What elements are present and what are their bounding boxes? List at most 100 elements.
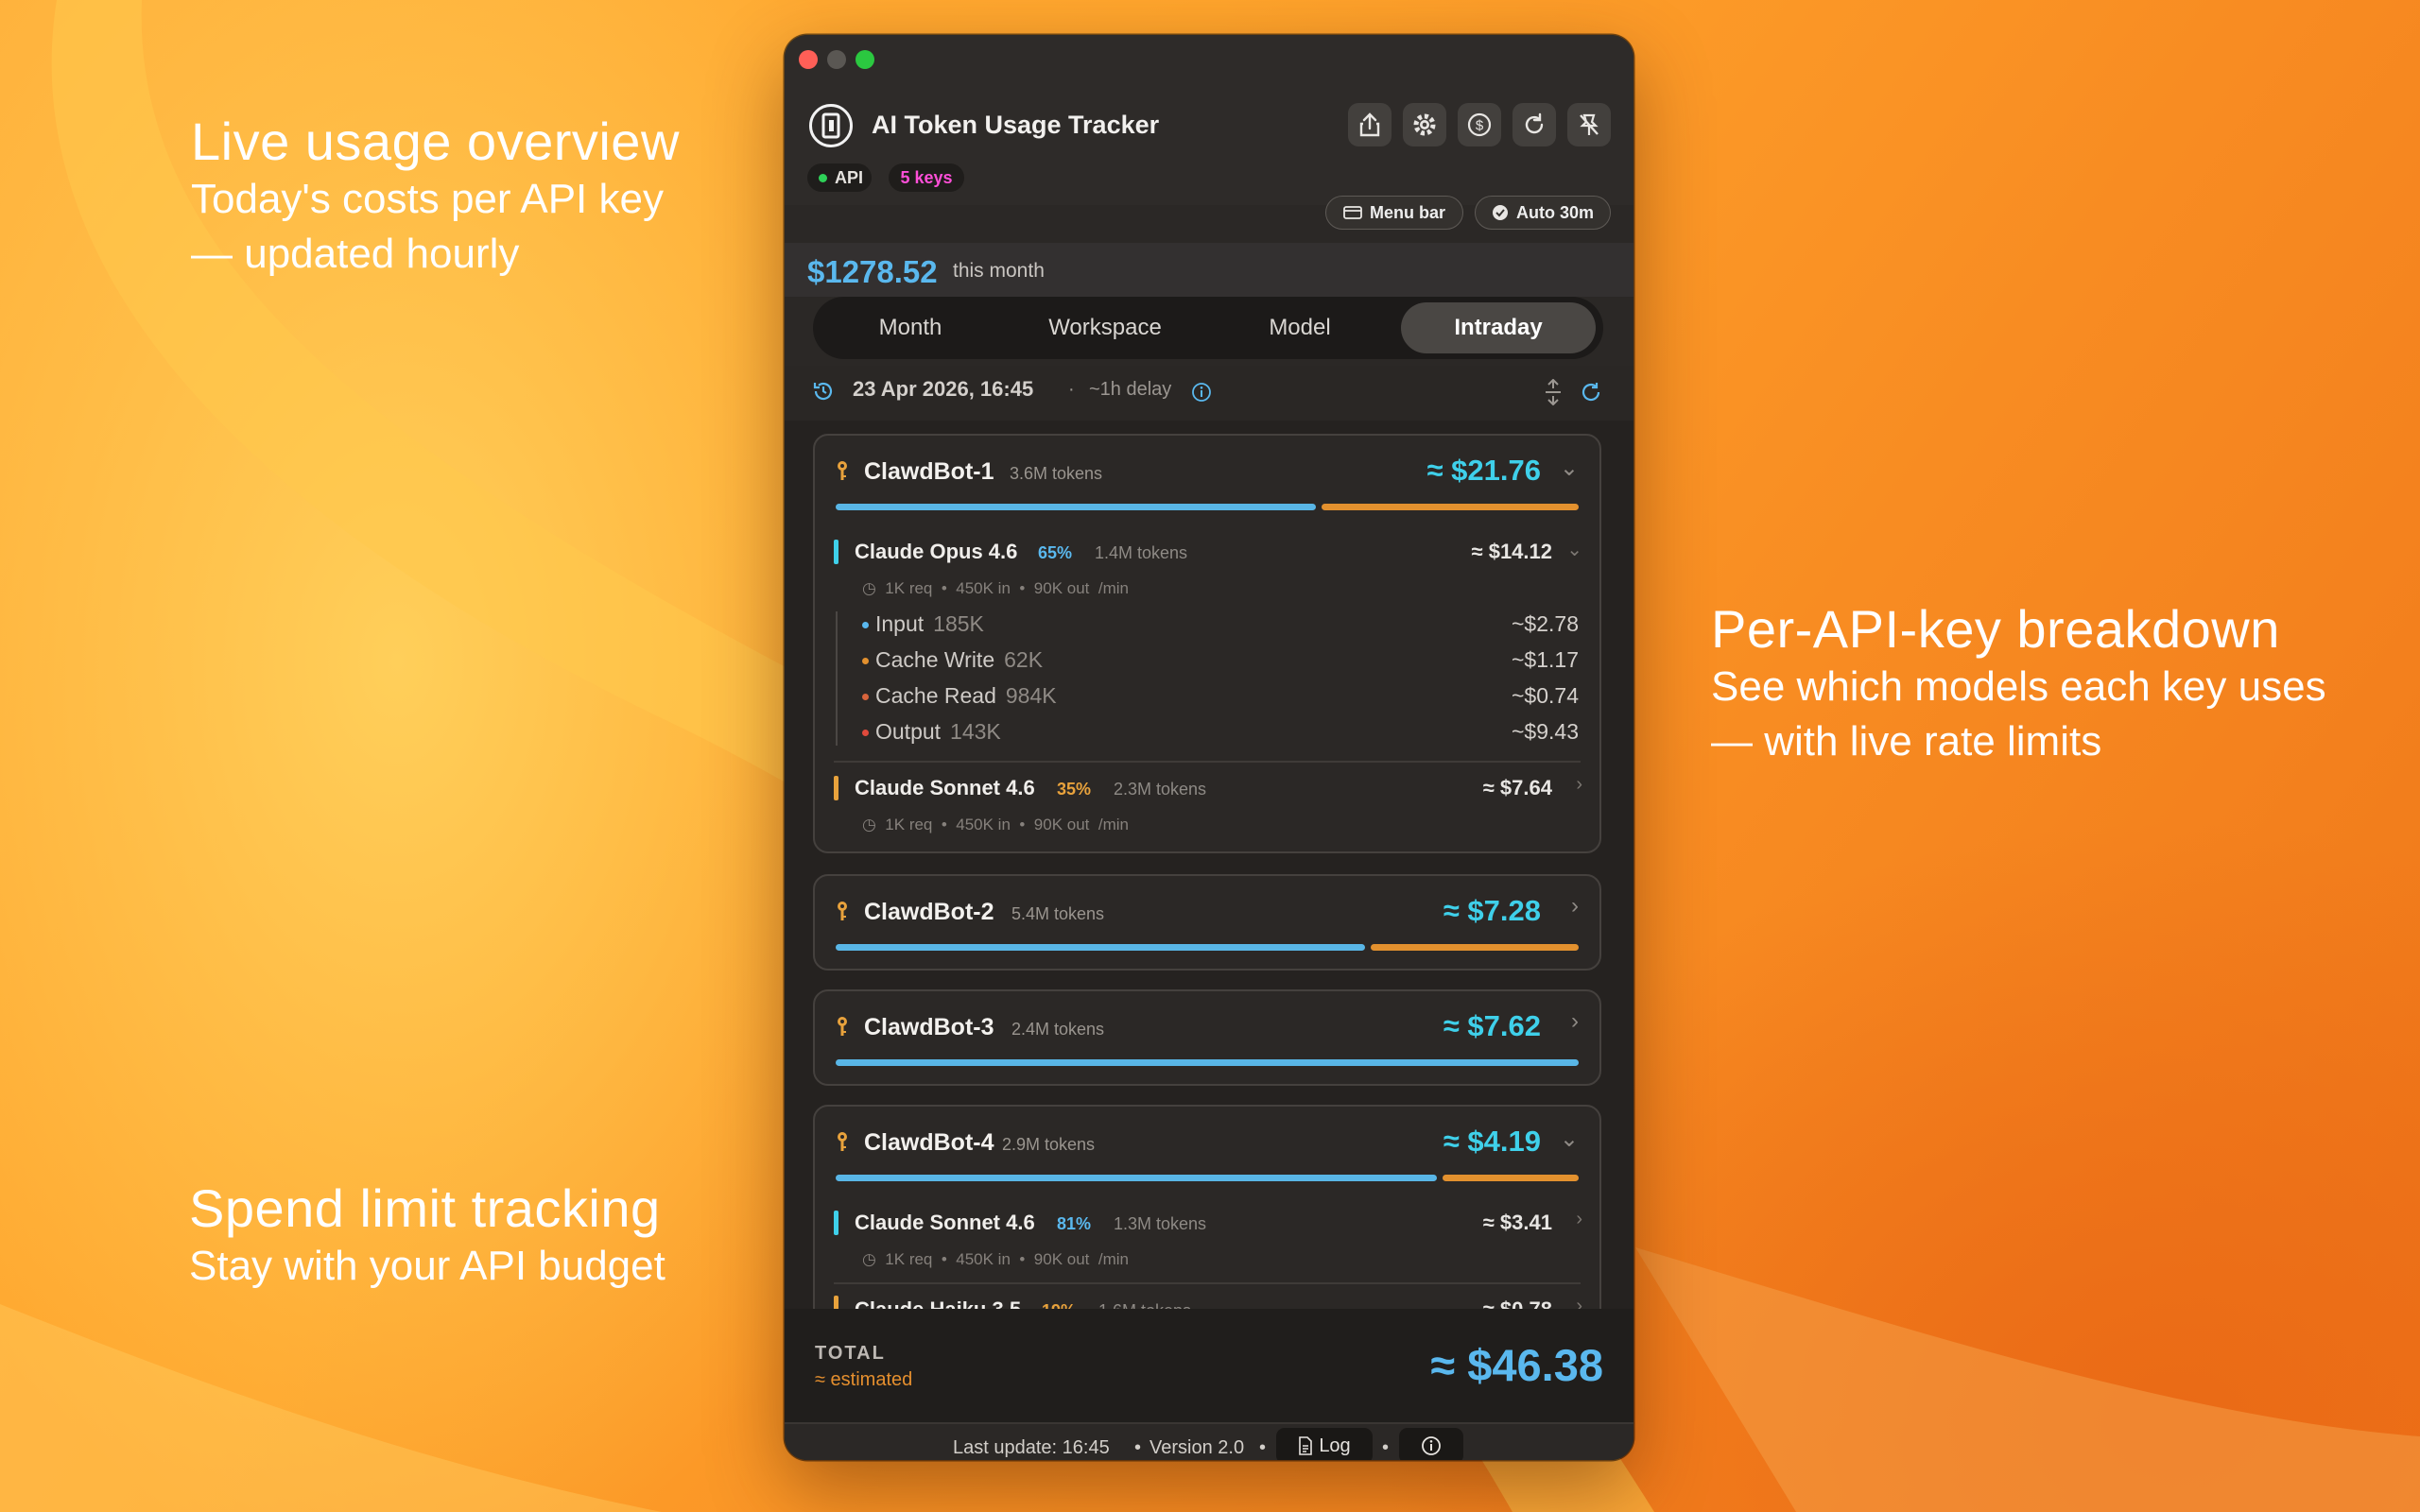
keys-badge-label: 5 keys xyxy=(900,167,953,187)
model-tokens: 1.6M tokens xyxy=(1098,1301,1191,1309)
auto-refresh-button[interactable]: Auto 30m xyxy=(1475,196,1611,230)
caption-line: See which models each key uses xyxy=(1711,663,2326,710)
tab-intraday[interactable]: Intraday xyxy=(1401,302,1596,353)
refresh-icon[interactable] xyxy=(1579,380,1603,404)
spend-limit-button[interactable]: $ xyxy=(1458,103,1501,146)
chevron-down-icon[interactable]: ⌄ xyxy=(1560,1125,1579,1153)
key-card[interactable]: ClawdBot-4 2.9M tokens ≈ $4.19 ⌄ Claude … xyxy=(813,1105,1601,1309)
total-cost: ≈ $46.38 xyxy=(1430,1340,1603,1390)
key-icon xyxy=(838,461,847,480)
auto-refresh-icon xyxy=(1492,205,1508,220)
estimated-label: ≈ estimated xyxy=(815,1369,913,1390)
model-cost: ≈ $3.41 xyxy=(1482,1211,1552,1234)
breakdown-row: Cache Write 62K xyxy=(875,647,1044,672)
output-dot xyxy=(862,730,869,736)
refresh-icon xyxy=(1525,112,1544,134)
status-sep: • xyxy=(1382,1437,1390,1458)
timestamp-bar: 23 Apr 2026, 16:45 · ~1h delay xyxy=(785,366,1634,421)
minimize-window-button[interactable] xyxy=(827,50,846,69)
view-tabs: Month Workspace Model Intraday xyxy=(813,297,1603,359)
caption-spend-limit: Spend limit tracking Stay with your API … xyxy=(189,1178,666,1294)
gear-icon xyxy=(1413,113,1436,136)
timestamp-separator: · xyxy=(1068,379,1075,400)
about-button[interactable] xyxy=(1399,1428,1463,1460)
key-icon xyxy=(838,902,847,920)
usage-bar-opus xyxy=(836,504,1316,510)
app-window: AI Token Usage Tracker $ API 5 keys Menu… xyxy=(785,35,1634,1460)
chevron-right-icon[interactable]: › xyxy=(1576,1296,1582,1309)
limit-out: 90K out xyxy=(1033,1250,1090,1268)
last-update: Last update: 16:45 xyxy=(953,1437,1110,1458)
model-name: Claude Sonnet 4.6 xyxy=(855,776,1035,799)
menu-bar-button[interactable]: Menu bar xyxy=(1325,196,1463,230)
timestamp: 23 Apr 2026, 16:45 xyxy=(853,377,1034,401)
api-badge-label: API xyxy=(835,167,864,187)
key-list[interactable]: ClawdBot-1 3.6M tokens ≈ $21.76 ⌄ Claude… xyxy=(785,421,1634,1309)
key-icon xyxy=(838,1132,847,1151)
unpin-button[interactable] xyxy=(1567,103,1611,146)
tab-month[interactable]: Month xyxy=(813,297,1008,359)
status-dot xyxy=(819,173,827,182)
tab-workspace[interactable]: Workspace xyxy=(1008,297,1202,359)
pin-slash-icon xyxy=(1580,113,1599,135)
divider xyxy=(834,1282,1581,1284)
total-label: TOTAL xyxy=(815,1343,886,1364)
cache-write-dot xyxy=(862,658,869,664)
chevron-right-icon[interactable]: › xyxy=(1576,774,1582,796)
key-cost: ≈ $7.28 xyxy=(1443,894,1541,927)
share-icon xyxy=(1359,112,1380,137)
status-sep: • xyxy=(1259,1437,1267,1458)
usage-bar-sonnet xyxy=(836,1175,1437,1181)
model-tokens: 1.4M tokens xyxy=(1095,543,1188,562)
model-color-marker xyxy=(834,540,838,564)
tab-model[interactable]: Model xyxy=(1202,297,1397,359)
chevron-down-icon[interactable]: ⌄ xyxy=(1560,455,1579,482)
input-dot xyxy=(862,622,869,628)
share-button[interactable] xyxy=(1348,103,1392,146)
zoom-window-button[interactable] xyxy=(856,50,874,69)
chevron-right-icon[interactable]: › xyxy=(1571,1008,1579,1035)
limit-sep: • xyxy=(941,816,947,833)
key-tokens: 3.6M tokens xyxy=(1010,464,1103,483)
key-card[interactable]: ClawdBot-1 3.6M tokens ≈ $21.76 ⌄ Claude… xyxy=(813,434,1601,853)
limit-req: 1K req xyxy=(885,816,933,833)
chevron-down-icon[interactable]: ⌄ xyxy=(1566,538,1582,561)
caption-line: — updated hourly xyxy=(191,231,520,277)
collapse-all-icon[interactable] xyxy=(1543,379,1564,405)
clock-icon: ◷ xyxy=(862,579,876,597)
model-name: Claude Sonnet 4.6 xyxy=(855,1211,1035,1234)
model-name: Claude Haiku 3.5 xyxy=(855,1297,1021,1309)
history-icon xyxy=(813,382,833,401)
info-icon xyxy=(1422,1436,1441,1455)
key-name: ClawdBot-2 xyxy=(864,899,994,925)
limit-per: /min xyxy=(1098,579,1129,597)
usage-bar-haiku xyxy=(1443,1175,1579,1181)
divider xyxy=(834,761,1581,763)
settings-button[interactable] xyxy=(1403,103,1446,146)
clock-icon: ◷ xyxy=(862,1250,876,1268)
key-card[interactable]: ClawdBot-2 5.4M tokens ≈ $7.28 › xyxy=(813,874,1601,971)
limit-req: 1K req xyxy=(885,579,933,597)
window-header: AI Token Usage Tracker $ API 5 keys Menu… xyxy=(785,35,1634,230)
chevron-right-icon[interactable]: › xyxy=(1571,893,1579,919)
key-name: ClawdBot-4 xyxy=(864,1129,994,1156)
limit-out: 90K out xyxy=(1033,816,1090,833)
model-color-marker xyxy=(834,776,838,800)
model-cost: ≈ $0.78 xyxy=(1483,1297,1552,1309)
close-window-button[interactable] xyxy=(799,50,818,69)
key-tokens: 2.4M tokens xyxy=(1011,1020,1105,1039)
limit-in: 450K in xyxy=(956,816,1011,833)
log-button[interactable]: Log xyxy=(1276,1428,1373,1460)
limit-sep: • xyxy=(1019,579,1026,597)
chevron-right-icon[interactable]: › xyxy=(1576,1209,1582,1230)
refresh-button[interactable] xyxy=(1512,103,1556,146)
rate-limits: ◷ 1K req • 450K in • 90K out /min xyxy=(862,816,1129,834)
breakdown-cost: ~$1.17 xyxy=(1512,647,1579,672)
key-card[interactable]: ClawdBot-3 2.4M tokens ≈ $7.62 › xyxy=(813,989,1601,1086)
key-icon xyxy=(838,1017,847,1036)
log-label: Log xyxy=(1319,1435,1351,1456)
app-logo-icon xyxy=(809,104,853,147)
version-label: Version 2.0 xyxy=(1150,1437,1245,1458)
breakdown-row: Cache Read 984K xyxy=(875,683,1057,708)
info-icon[interactable] xyxy=(1191,382,1212,403)
